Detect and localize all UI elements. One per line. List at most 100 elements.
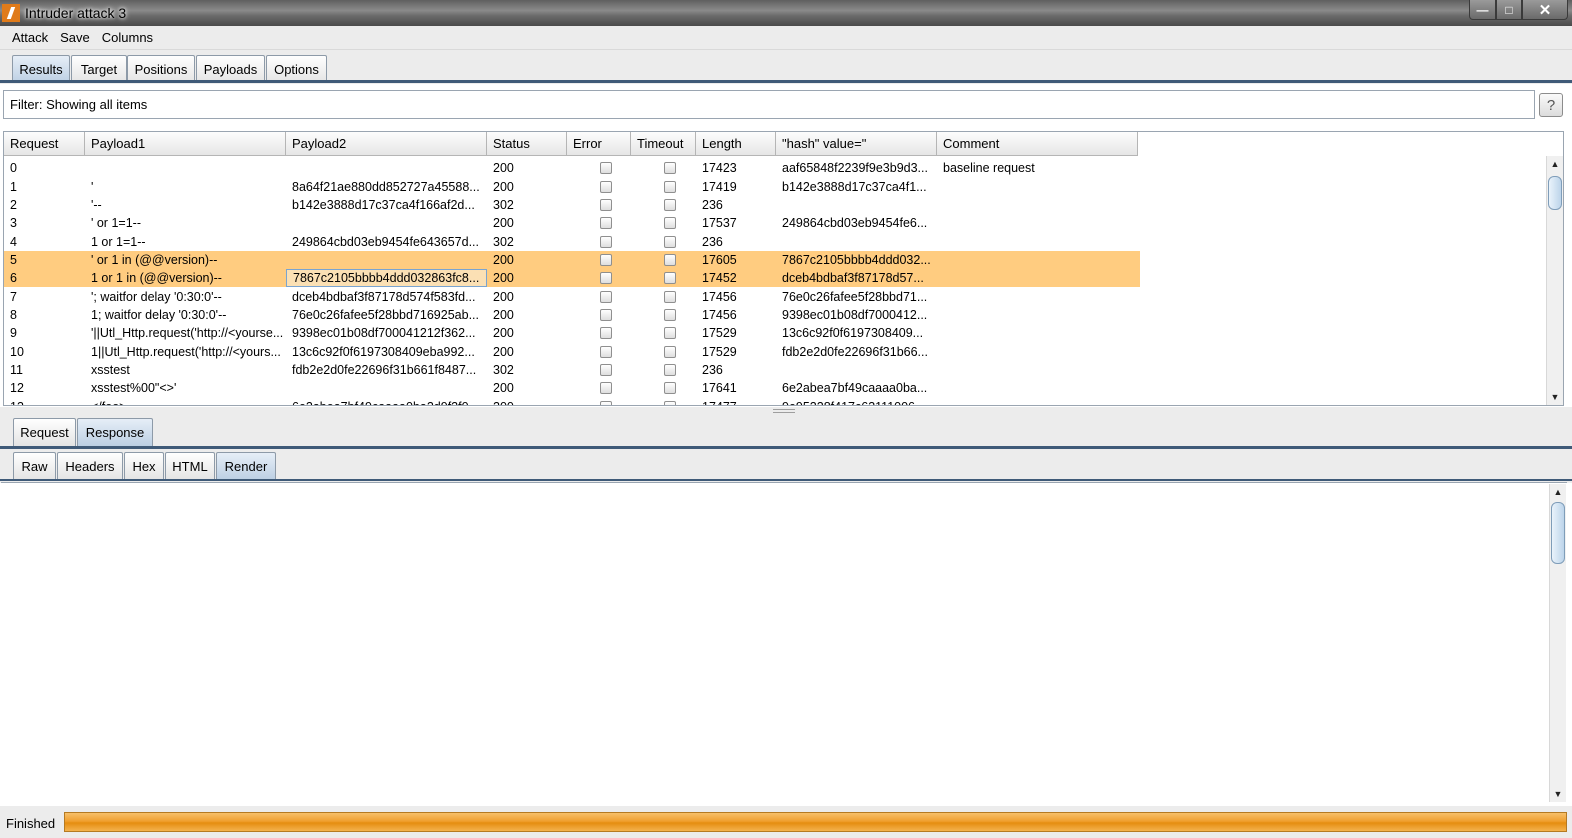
cell-error: [567, 177, 631, 195]
tab-render[interactable]: Render: [216, 452, 276, 480]
timeout-checkbox: [664, 272, 676, 285]
cell-status: 200: [493, 381, 514, 396]
tab-target[interactable]: Target: [71, 55, 127, 83]
table-row[interactable]: 1 ' 8a64f21ae880dd852727a45588... 200 17419 b…: [4, 177, 1140, 195]
tab-hex[interactable]: Hex: [124, 452, 164, 480]
table-row[interactable]: 11 xsstest fdb2e2d0fe22696f31b661f8487... 3…: [4, 361, 1140, 379]
table-row[interactable]: 9 '||Utl_Http.request('http://<yourse... 9…: [4, 324, 1140, 342]
cell-length: 17529: [702, 326, 737, 341]
col-payload2[interactable]: Payload2: [286, 132, 487, 156]
scroll-up-icon[interactable]: ▲: [1547, 157, 1563, 171]
cell-payload1: xsstest: [91, 362, 130, 377]
table-row[interactable]: 6 1 or 1 in (@@version)-- 7867c2105bbbb4dd…: [4, 269, 1140, 288]
tab-headers[interactable]: Headers: [57, 452, 123, 480]
tab-payloads[interactable]: Payloads: [196, 55, 265, 83]
render-scroll-thumb[interactable]: [1551, 502, 1565, 564]
table-row[interactable]: 7 '; waitfor delay '0:30:0'-- dceb4bdbaf3f…: [4, 287, 1140, 305]
cell-timeout: [631, 196, 696, 214]
minimize-button[interactable]: —: [1469, 0, 1496, 20]
tab-raw[interactable]: Raw: [13, 452, 56, 480]
render-pane[interactable]: [1, 482, 1567, 804]
col-payload1[interactable]: Payload1: [85, 132, 286, 156]
menu-attack[interactable]: Attack: [6, 30, 54, 45]
render-scroll-down-icon[interactable]: ▼: [1550, 787, 1566, 801]
cell-status: 200: [493, 252, 514, 267]
cell-status: 302: [493, 362, 514, 377]
tab-response[interactable]: Response: [77, 418, 153, 446]
tab-positions[interactable]: Positions: [127, 55, 195, 83]
tab-html[interactable]: HTML: [165, 452, 215, 480]
col-length[interactable]: Length: [696, 132, 776, 156]
cell-payload1: [85, 159, 286, 177]
maximize-button[interactable]: □: [1496, 0, 1522, 20]
scroll-thumb[interactable]: [1548, 176, 1562, 210]
cell-payload1: 1; waitfor delay '0:30:0'--: [91, 307, 227, 322]
cell-status: 200: [493, 216, 514, 231]
error-checkbox: [600, 363, 612, 376]
cell-comment: [937, 306, 1138, 324]
table-row[interactable]: 8 1; waitfor delay '0:30:0'-- 76e0c26fafee…: [4, 306, 1140, 324]
cell-comment: [937, 196, 1138, 214]
cell-error: [567, 397, 631, 405]
table-row[interactable]: 4 1 or 1=1-- 249864cbd03eb9454fe643657d...…: [4, 232, 1140, 250]
cell-error: [567, 269, 631, 287]
table-row[interactable]: 13</foo>6e2abea7bf49caaaa0ba2d9f2f0...20…: [4, 397, 1140, 405]
col-request[interactable]: Request: [4, 132, 85, 156]
error-checkbox: [600, 327, 612, 340]
timeout-checkbox: [664, 180, 676, 193]
status-text: Finished: [6, 816, 56, 831]
cell-error: [567, 232, 631, 250]
close-button[interactable]: ✕: [1522, 0, 1568, 20]
cell-timeout: [631, 379, 696, 397]
cell-error: [567, 342, 631, 360]
cell-error: [567, 214, 631, 232]
cell-hash: 7867c2105bbbb4ddd032...: [782, 252, 931, 267]
splitter-grip-icon[interactable]: [773, 409, 795, 413]
table-row[interactable]: 2 '-- b142e3888d17c37ca4f166af2d... 302 236: [4, 196, 1140, 214]
tab-options[interactable]: Options: [266, 55, 327, 83]
render-scrollbar[interactable]: ▲ ▼: [1549, 484, 1566, 802]
cell-timeout: [631, 397, 696, 405]
filter-bar[interactable]: Filter: Showing all items: [3, 90, 1535, 119]
tab-results[interactable]: Results: [12, 55, 70, 83]
cell-timeout: [631, 177, 696, 195]
cell-payload2: 6e2abea7bf49caaaa0ba2d9f2f0...: [286, 397, 487, 405]
timeout-checkbox: [664, 308, 676, 321]
timeout-checkbox: [664, 327, 676, 340]
col-error[interactable]: Error: [567, 132, 631, 156]
results-scrollbar[interactable]: ▲ ▼: [1546, 156, 1563, 405]
table-row[interactable]: 10 1||Utl_Http.request('http://<yours... 1…: [4, 342, 1140, 360]
table-row[interactable]: 12 xsstest%00"<>' 200 17641 6e2abea7bf49caaa…: [4, 379, 1140, 397]
col-timeout[interactable]: Timeout: [631, 132, 696, 156]
cell-length: 17605: [702, 252, 737, 267]
timeout-checkbox: [664, 217, 676, 230]
col-comment[interactable]: Comment: [937, 132, 1138, 156]
cell-request: 11: [10, 362, 23, 377]
view-tab-underline: [0, 479, 1572, 481]
col-status[interactable]: Status: [487, 132, 567, 156]
help-icon[interactable]: ?: [1539, 93, 1563, 117]
cell-error: [567, 196, 631, 214]
menu-columns[interactable]: Columns: [96, 30, 159, 45]
cell-payload1: ': [91, 179, 94, 194]
timeout-checkbox: [664, 162, 676, 175]
cell-hash: 9e95228f417c63111006...: [776, 397, 937, 405]
cell-length: 236: [702, 362, 723, 377]
cell-payload2: 13c6c92f0f6197308409eba992...: [292, 344, 475, 359]
cell-status: 200: [493, 161, 514, 176]
col-hash-value[interactable]: "hash" value=": [776, 132, 937, 156]
table-row[interactable]: 5 ' or 1 in (@@version)-- 200 17605 7867c210…: [4, 250, 1140, 270]
render-scroll-up-icon[interactable]: ▲: [1550, 485, 1566, 499]
cell-request: 5: [10, 252, 17, 267]
window-controls: — □ ✕: [1469, 0, 1568, 20]
table-row[interactable]: 0 200 17423 aaf65848f2239f9e3b9d3... baselin…: [4, 159, 1140, 177]
tab-request[interactable]: Request: [13, 418, 76, 446]
menu-save[interactable]: Save: [54, 30, 96, 45]
error-checkbox: [600, 253, 612, 266]
cell-status: 200: [493, 326, 514, 341]
cell-hash: [776, 361, 937, 379]
scroll-down-icon[interactable]: ▼: [1547, 390, 1563, 404]
table-row[interactable]: 3 ' or 1=1-- 200 17537 249864cbd03eb9454fe6.…: [4, 214, 1140, 232]
error-checkbox: [600, 382, 612, 395]
cell-hash: 249864cbd03eb9454fe6...: [782, 216, 928, 231]
